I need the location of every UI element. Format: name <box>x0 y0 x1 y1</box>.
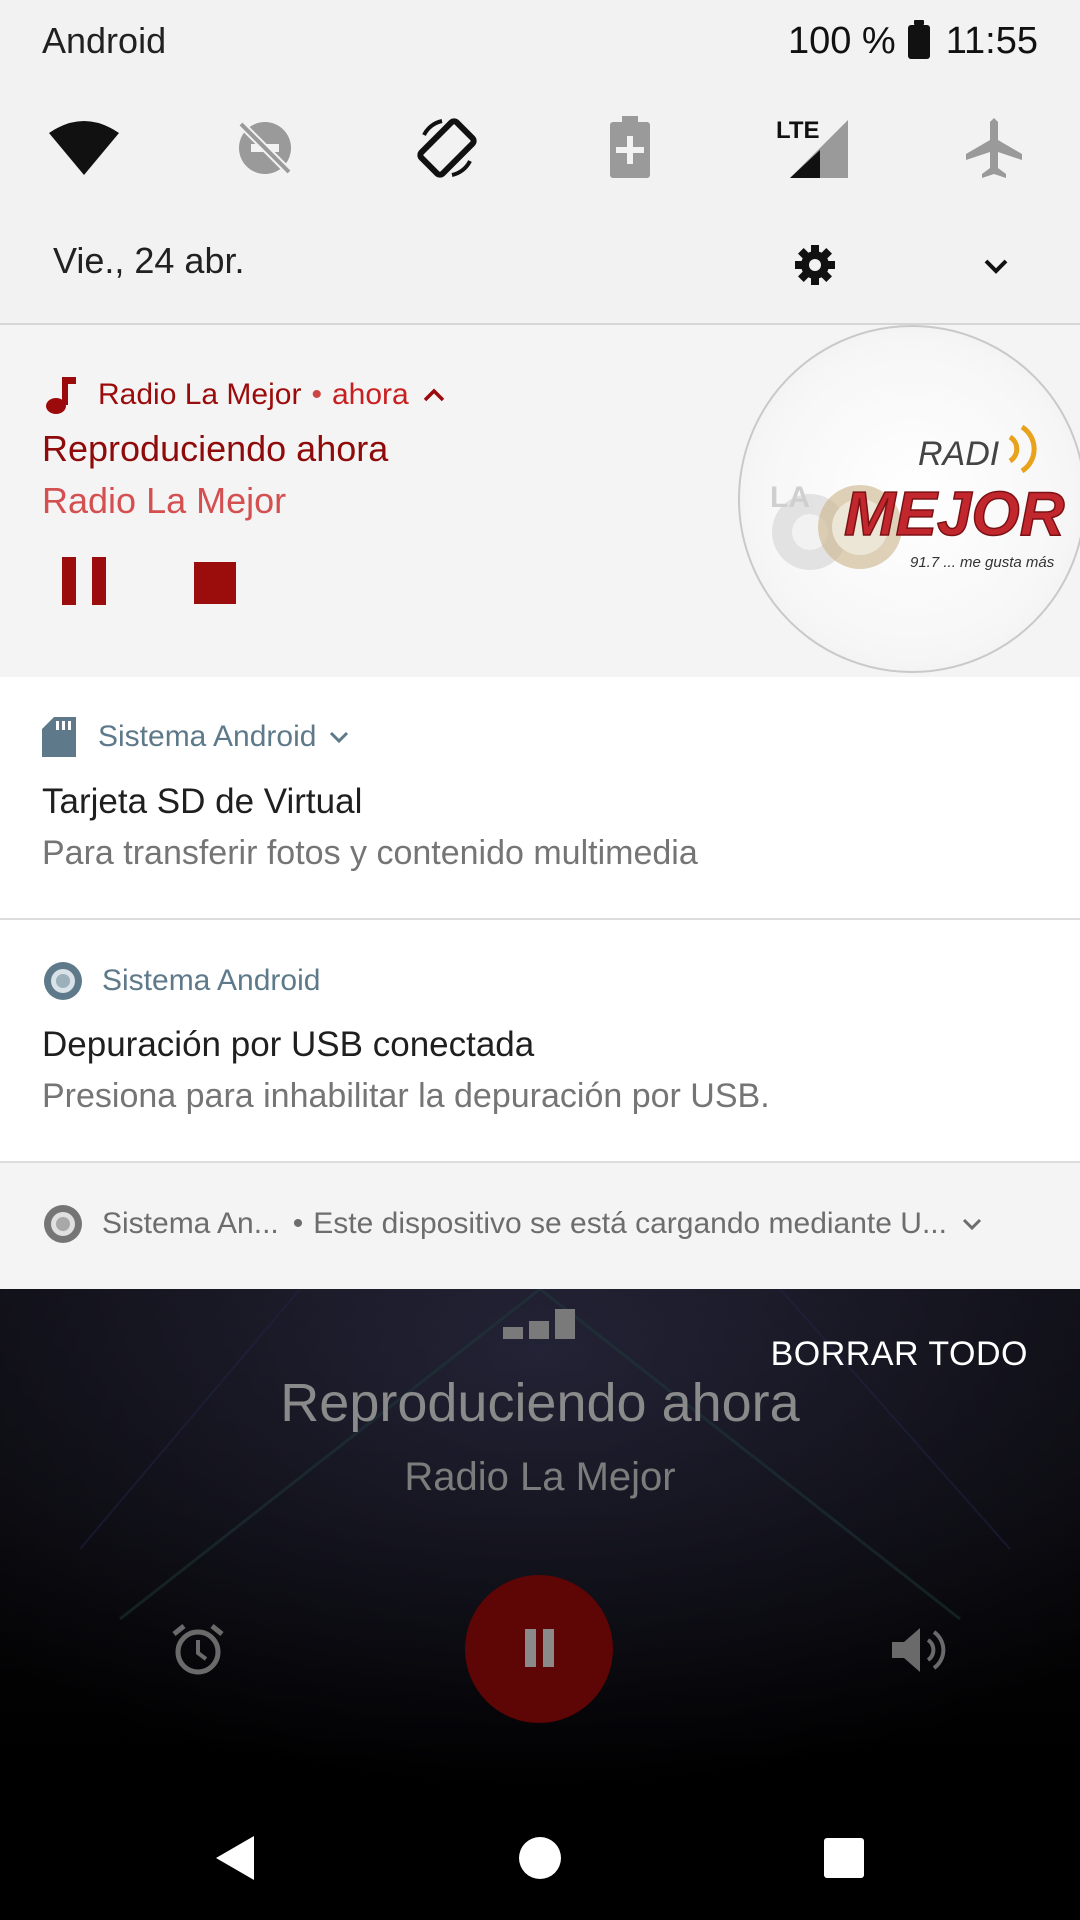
date-label: Vie., 24 abr. <box>53 240 245 281</box>
do-not-disturb-off-icon[interactable] <box>225 108 305 188</box>
notification-title: Tarjeta SD de Virtual <box>42 782 363 821</box>
album-artwork: RADI LA MEJOR 91.7 ... me gusta más <box>738 325 1080 673</box>
charging-notification[interactable]: Sistema An... • Este dispositivo se está… <box>0 1163 1080 1289</box>
android-system-icon <box>44 962 82 1000</box>
media-title: Reproduciendo ahora <box>42 428 389 469</box>
notification-app-name: Sistema An... <box>102 1207 279 1240</box>
status-bar-right: 100 % 11:55 <box>787 19 1038 63</box>
lte-signal-icon[interactable]: LTE <box>774 108 854 188</box>
expand-chevron-icon[interactable] <box>961 1216 983 1232</box>
app-title: Reproduciendo ahora <box>280 1373 800 1433</box>
expand-chevron-icon[interactable] <box>328 729 350 745</box>
svg-text:91.7 ... me gusta más: 91.7 ... me gusta más <box>910 554 1055 571</box>
home-icon[interactable] <box>518 1836 562 1880</box>
svg-text:LTE: LTE <box>776 117 820 144</box>
header-separator: • <box>292 1207 304 1240</box>
svg-text:LA: LA <box>770 481 810 514</box>
media-time: ahora <box>331 378 409 411</box>
settings-gear-icon[interactable] <box>793 243 837 287</box>
collapse-chevron-icon[interactable] <box>423 387 445 403</box>
header-separator: • <box>311 378 322 411</box>
battery-percent: 100 % <box>787 20 896 62</box>
media-app-name: Radio La Mejor <box>98 378 302 411</box>
collapsed-notification-row: Sistema An... • Este dispositivo se está… <box>42 1203 983 1245</box>
stop-button[interactable] <box>194 562 236 604</box>
sd-card-icon <box>42 717 76 757</box>
clear-all-button[interactable]: BORRAR TODO <box>771 1335 1028 1374</box>
back-icon[interactable] <box>214 1834 258 1882</box>
auto-rotate-icon[interactable] <box>407 108 487 188</box>
app-subtitle: Radio La Mejor <box>404 1455 676 1499</box>
pause-button[interactable] <box>62 557 106 605</box>
notification-header: Sistema Android <box>42 717 350 757</box>
carrier-label: Android <box>42 20 167 61</box>
signal-bars-icon <box>503 1309 577 1341</box>
media-notification[interactable]: Radio La Mejor • ahora Reproduciendo aho… <box>0 325 1080 677</box>
sd-card-notification[interactable]: Sistema Android Tarjeta SD de Virtual Pa… <box>0 677 1080 918</box>
notification-text: Este dispositivo se está cargando median… <box>313 1207 947 1240</box>
radio-la-mejor-logo: RADI LA MEJOR 91.7 ... me gusta más <box>770 424 1065 571</box>
airplane-mode-icon[interactable] <box>954 108 1034 188</box>
battery-saver-icon[interactable] <box>590 108 670 188</box>
notification-text: Presiona para inhabilitar la depuración … <box>42 1077 770 1115</box>
music-note-icon <box>46 377 76 414</box>
volume-icon[interactable] <box>890 1624 946 1676</box>
notification-text: Para transferir fotos y contenido multim… <box>42 834 698 872</box>
clock: 11:55 <box>945 20 1038 62</box>
svg-text:MEJOR: MEJOR <box>844 480 1065 549</box>
android-system-icon <box>44 1205 82 1243</box>
usb-debugging-notification[interactable]: Sistema Android Depuración por USB conec… <box>0 920 1080 1161</box>
alarm-icon[interactable] <box>170 1622 226 1678</box>
svg-text:RADI: RADI <box>918 435 1000 473</box>
app-pause-button[interactable] <box>465 1575 613 1723</box>
notification-title: Depuración por USB conectada <box>42 1025 535 1064</box>
notification-header: Sistema Android <box>42 960 320 1002</box>
notification-app-name: Sistema Android <box>102 964 321 997</box>
battery-icon <box>907 19 930 59</box>
wifi-icon[interactable] <box>44 108 124 188</box>
recents-icon[interactable] <box>824 1838 864 1878</box>
media-notification-header: Radio La Mejor • ahora <box>42 375 445 415</box>
expand-chevron-icon[interactable] <box>980 250 1012 282</box>
media-subtitle: Radio La Mejor <box>42 480 287 521</box>
notification-app-name: Sistema Android <box>98 720 317 753</box>
